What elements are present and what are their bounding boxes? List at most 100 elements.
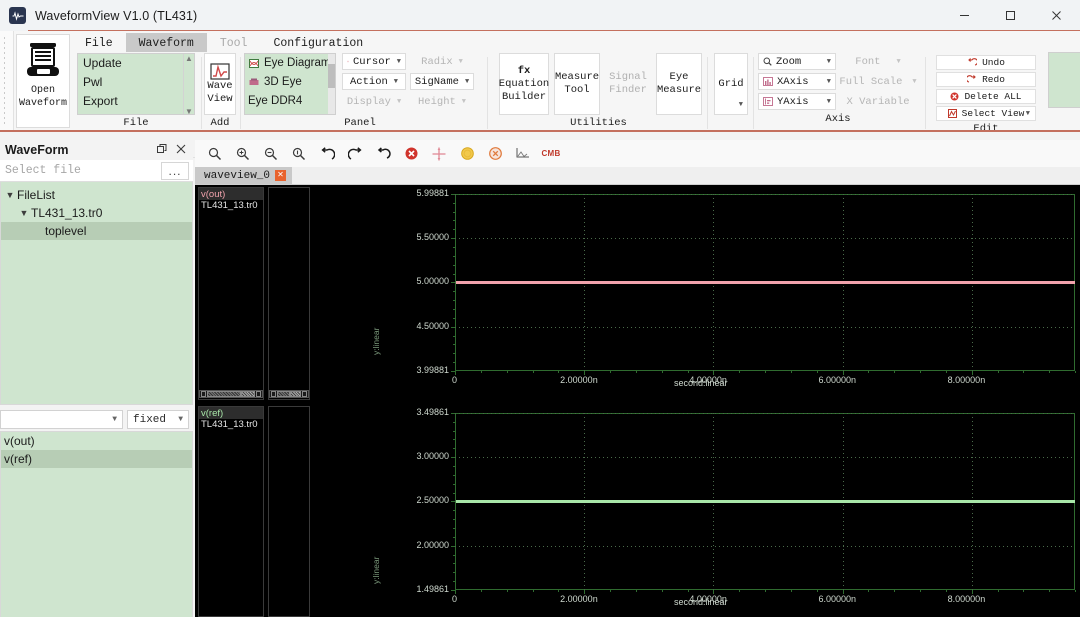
ribbon-tabs: File Waveform Tool Configuration <box>72 33 376 52</box>
tab-configuration[interactable]: Configuration <box>260 33 376 52</box>
eye-panel-list[interactable]: Eye Diagram 3D Eye Eye DDR4 <box>244 53 336 115</box>
marker-orange-icon[interactable] <box>481 142 509 166</box>
x-variable-dropdown[interactable]: X Variable <box>840 93 916 110</box>
float-window-icon[interactable] <box>157 143 167 157</box>
select-view-button[interactable]: Select View ▼ <box>936 106 1036 121</box>
chevron-down-icon[interactable]: ▼ <box>178 415 183 424</box>
delete-all-button[interactable]: Delete ALL <box>936 89 1036 104</box>
tab-waveform[interactable]: Waveform <box>125 33 207 52</box>
tree-node-toplevel[interactable]: toplevel <box>1 222 192 240</box>
file-action-list[interactable]: Update Pwl Export ▲ ▼ <box>77 53 195 115</box>
zoom-dropdown[interactable]: Zoom ▼ <box>758 53 836 70</box>
select-file-input[interactable]: Select file <box>0 164 161 177</box>
signame-scrollbar-0[interactable] <box>199 390 263 398</box>
chart-panel-vref[interactable]: y:linear second:linear 1.49861 2.00000 2.5… <box>314 404 1080 617</box>
full-scale-dropdown[interactable]: Full Scale ▼ <box>839 73 917 90</box>
signal-extra-column-0[interactable] <box>268 187 310 400</box>
eye-list-item-3d-eye[interactable]: 3D Eye <box>245 73 335 92</box>
action-dropdown[interactable]: Action ▼ <box>342 73 406 90</box>
eye-list-item-eye-diagram[interactable]: Eye Diagram <box>245 54 335 73</box>
scroll-left-button[interactable] <box>271 391 276 397</box>
eye-list-item-eye-ddr4[interactable]: Eye DDR4 <box>245 92 335 111</box>
eye-measure-button[interactable]: Eye Measure <box>656 53 702 115</box>
undo-button[interactable]: Undo <box>936 55 1036 70</box>
signal-name-column-1[interactable]: v(ref) TL431_13.tr0 <box>198 406 264 617</box>
toolbar-redo-icon[interactable] <box>341 142 369 166</box>
chart-0-xtick-mark <box>584 371 586 375</box>
file-list-item-export[interactable]: Export <box>78 92 194 111</box>
reset-view-icon[interactable] <box>369 142 397 166</box>
equation-builder-button[interactable]: fx Equation Builder <box>499 53 549 115</box>
measure-tool-line2: Tool <box>564 84 590 96</box>
signame-dropdown-label: SigName <box>414 75 459 88</box>
height-dropdown[interactable]: Height ▼ <box>410 93 474 110</box>
cmb-icon[interactable]: CMB <box>537 142 565 166</box>
zoom-fit-y-icon[interactable] <box>285 142 313 166</box>
tab-file[interactable]: File <box>72 33 126 52</box>
signal-filter-combo[interactable]: ▼ <box>0 410 123 429</box>
scroll-up-icon[interactable]: ▲ <box>185 54 193 63</box>
toolbar-crosshair-icon[interactable] <box>425 142 453 166</box>
scroll-right-button[interactable] <box>302 391 307 397</box>
marker-yellow-icon[interactable] <box>453 142 481 166</box>
yaxis-dropdown-label: YAxis <box>777 95 809 108</box>
measure-tool-button[interactable]: Measure Tool <box>554 53 600 115</box>
chevron-down-icon[interactable]: ▼ <box>739 99 743 112</box>
zoom-in-icon[interactable] <box>229 142 257 166</box>
yaxis-dropdown[interactable]: YAxis ▼ <box>758 93 836 110</box>
grid-button[interactable]: Grid ▼ <box>714 53 748 115</box>
zoom-out-icon[interactable] <box>201 142 229 166</box>
chevron-down-icon[interactable]: ▼ <box>1026 110 1030 118</box>
waveview-tab-0[interactable]: waveview_0 ✕ <box>195 167 293 184</box>
waveview-tab-0-close-icon[interactable]: ✕ <box>275 170 287 181</box>
chevron-down-icon[interactable]: ▼ <box>3 190 17 200</box>
application-window: WaveformView V1.0 (TL431) File Waveform … <box>0 0 1080 617</box>
scroll-down-icon[interactable]: ▼ <box>185 107 193 114</box>
font-dropdown[interactable]: Font ▼ <box>840 53 916 70</box>
maximize-button[interactable] <box>987 0 1033 31</box>
browse-file-button[interactable]: ... <box>161 161 189 180</box>
radix-dropdown[interactable]: Radix ▼ <box>410 53 474 70</box>
chevron-down-icon[interactable]: ▼ <box>17 208 31 218</box>
scroll-right-button[interactable] <box>256 391 261 397</box>
zoom-dropdown-label: Zoom <box>776 55 802 68</box>
minimize-button[interactable] <box>941 0 987 31</box>
tree-node-tr0[interactable]: ▼ TL431_13.tr0 <box>1 204 192 222</box>
file-list-scrollbar[interactable]: ▲ ▼ <box>183 54 194 114</box>
display-dropdown[interactable]: Display ▼ <box>342 93 406 110</box>
signame-dropdown[interactable]: SigName ▼ <box>410 73 474 90</box>
toolbar-delete-icon[interactable] <box>397 142 425 166</box>
scroll-left-button[interactable] <box>201 391 206 397</box>
tree-node-filelist[interactable]: ▼ FileList <box>1 186 192 204</box>
chart-1-ytick-mark <box>451 413 455 414</box>
waveform-dock-panel: WaveForm Select file ... ▼ FileList ▼ TL… <box>0 140 193 617</box>
extra-scrollbar-0[interactable] <box>269 390 309 398</box>
signal-extra-column-1[interactable] <box>268 406 310 617</box>
eye-list-scroll-thumb[interactable] <box>328 64 335 88</box>
chart-1-ytick-minor <box>453 465 455 467</box>
redo-button[interactable]: Redo <box>936 72 1036 87</box>
signal-name-column-0[interactable]: v(out) TL431_13.tr0 <box>198 187 264 400</box>
file-list-item-pwl[interactable]: Pwl <box>78 73 194 92</box>
chevron-down-icon[interactable]: ▼ <box>112 415 117 424</box>
signal-finder-button[interactable]: Signal Finder <box>605 53 651 115</box>
xaxis-dropdown[interactable]: XAxis ▼ <box>758 73 836 90</box>
file-list-item-update[interactable]: Update <box>78 54 194 73</box>
file-tree[interactable]: ▼ FileList ▼ TL431_13.tr0 toplevel <box>0 182 193 405</box>
wave-view-button[interactable]: Wave View <box>204 53 236 115</box>
ribbon-right-green-panel[interactable] <box>1048 52 1080 108</box>
signal-list-item-vref[interactable]: v(ref) <box>1 450 192 468</box>
toolbar-undo-icon[interactable] <box>313 142 341 166</box>
scale-mode-combo[interactable]: fixed ▼ <box>127 410 189 429</box>
chart-panel-vout[interactable]: y:linear second:linear 3.99881 4.50000 5.0… <box>314 185 1080 401</box>
open-waveform-button[interactable]: Open Waveform <box>16 34 70 128</box>
slope-cursor-icon[interactable] <box>509 142 537 166</box>
dock-close-icon[interactable] <box>176 144 186 157</box>
signal-list-item-vout[interactable]: v(out) <box>1 432 192 450</box>
close-button[interactable] <box>1033 0 1080 31</box>
eye-list-scrollbar[interactable] <box>328 54 335 114</box>
signal-list[interactable]: v(out) v(ref) <box>0 431 193 617</box>
tab-tool[interactable]: Tool <box>207 33 261 52</box>
zoom-fit-x-icon[interactable] <box>257 142 285 166</box>
cursor-dropdown[interactable]: Cursor ▼ <box>342 53 406 70</box>
